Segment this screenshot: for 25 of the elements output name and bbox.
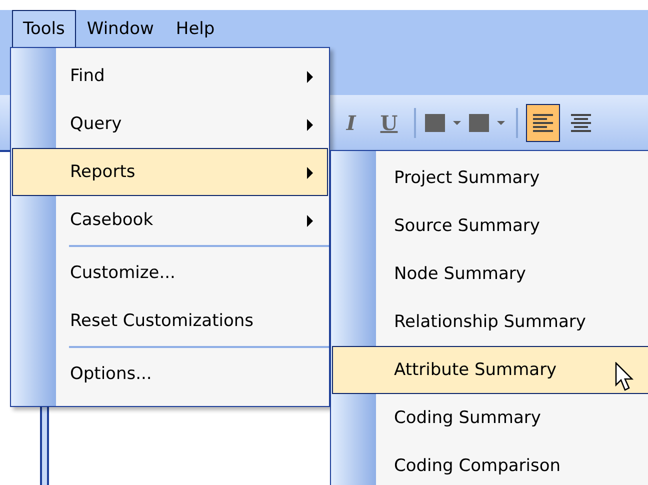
menu-item[interactable]: Customize... — [12, 249, 328, 297]
underline-button[interactable]: U — [372, 104, 406, 142]
italic-button[interactable]: I — [334, 104, 368, 142]
align-left-icon — [532, 114, 554, 132]
menu-item[interactable]: Attribute Summary — [332, 346, 648, 394]
color-picker-icon[interactable] — [469, 112, 507, 132]
menu-item[interactable]: Reports — [12, 148, 328, 196]
menu-bar-item[interactable]: Window — [76, 10, 165, 48]
menu-item[interactable]: Reset Customizations — [12, 297, 328, 345]
menu-item[interactable]: Source Summary — [332, 202, 648, 250]
menu-bar-item[interactable]: Help — [164, 10, 226, 48]
menu-item[interactable]: Node Summary — [332, 250, 648, 298]
menu-item[interactable]: Query — [12, 100, 328, 148]
color-picker-icon[interactable] — [425, 112, 463, 132]
menu-bar-item[interactable]: Tools — [12, 10, 76, 48]
menu-item[interactable]: Options... — [12, 350, 328, 398]
menu-item[interactable]: Relationship Summary — [332, 298, 648, 346]
menu-item[interactable]: Coding Comparison — [332, 442, 648, 485]
menu-item[interactable]: Project Summary — [332, 154, 648, 202]
menu-item[interactable]: Coding Summary — [332, 394, 648, 442]
cursor-icon — [615, 362, 635, 392]
menu-item[interactable]: Casebook — [12, 196, 328, 244]
align-left-button[interactable] — [526, 104, 560, 142]
menu-item[interactable]: Find — [12, 52, 328, 100]
align-center-icon — [570, 114, 592, 132]
